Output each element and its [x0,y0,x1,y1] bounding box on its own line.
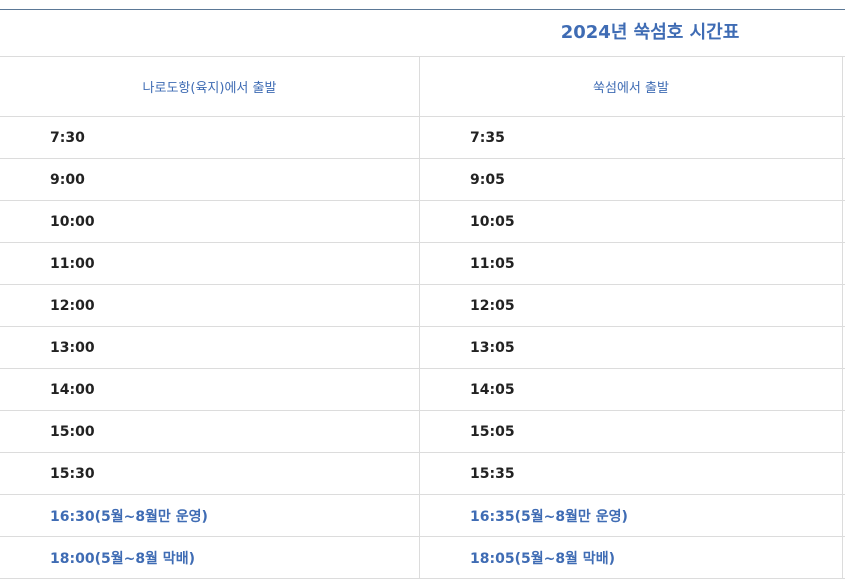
table-row: 18:00(5월~8월 막배) 18:05(5월~8월 막배) [0,537,845,579]
ferry-timetable: 2024년 쑥섬호 시간표 나로도항(육지)에서 출발 쑥섬에서 출발 7:30… [0,10,845,579]
departure-time-ssukseom: 18:05(5월~8월 막배) [420,537,843,578]
table-row: 15:30 15:35 [0,453,845,495]
departure-time-mainland: 12:00 [0,285,420,326]
departure-time-ssukseom: 10:05 [420,201,843,242]
departure-time-mainland: 10:00 [0,201,420,242]
departure-time-mainland: 18:00(5월~8월 막배) [0,537,420,578]
departure-time-ssukseom: 15:35 [420,453,843,494]
table-row: 7:30 7:35 [0,117,845,159]
departure-time-ssukseom: 7:35 [420,117,843,158]
table-row: 12:00 12:05 [0,285,845,327]
table-row: 11:00 11:05 [0,243,845,285]
departure-time-mainland: 9:00 [0,159,420,200]
timetable-body: 7:30 7:35 9:00 9:05 10:00 10:05 11:00 11:05 12:0… [0,117,845,579]
table-row: 16:30(5월~8월만 운영) 16:35(5월~8월만 운영) [0,495,845,537]
departure-time-ssukseom: 13:05 [420,327,843,368]
table-row: 10:00 10:05 [0,201,845,243]
table-row: 9:00 9:05 [0,159,845,201]
departure-time-ssukseom: 14:05 [420,369,843,410]
departure-time-mainland: 11:00 [0,243,420,284]
table-row: 14:00 14:05 [0,369,845,411]
departure-time-ssukseom: 16:35(5월~8월만 운영) [420,495,843,536]
table-row: 13:00 13:05 [0,327,845,369]
timetable-title: 2024년 쑥섬호 시간표 [560,22,740,43]
departure-time-mainland: 15:00 [0,411,420,452]
column-header-mainland: 나로도항(육지)에서 출발 [0,57,420,116]
departure-time-ssukseom: 11:05 [420,243,843,284]
title-row: 2024년 쑥섬호 시간표 [0,10,845,57]
departure-time-ssukseom: 9:05 [420,159,843,200]
departure-time-mainland: 14:00 [0,369,420,410]
departure-time-mainland: 16:30(5월~8월만 운영) [0,495,420,536]
column-header-row: 나로도항(육지)에서 출발 쑥섬에서 출발 [0,57,845,117]
table-row: 15:00 15:05 [0,411,845,453]
departure-time-mainland: 7:30 [0,117,420,158]
departure-time-mainland: 15:30 [0,453,420,494]
column-header-ssukseom: 쑥섬에서 출발 [420,57,843,116]
departure-time-mainland: 13:00 [0,327,420,368]
departure-time-ssukseom: 12:05 [420,285,843,326]
departure-time-ssukseom: 15:05 [420,411,843,452]
